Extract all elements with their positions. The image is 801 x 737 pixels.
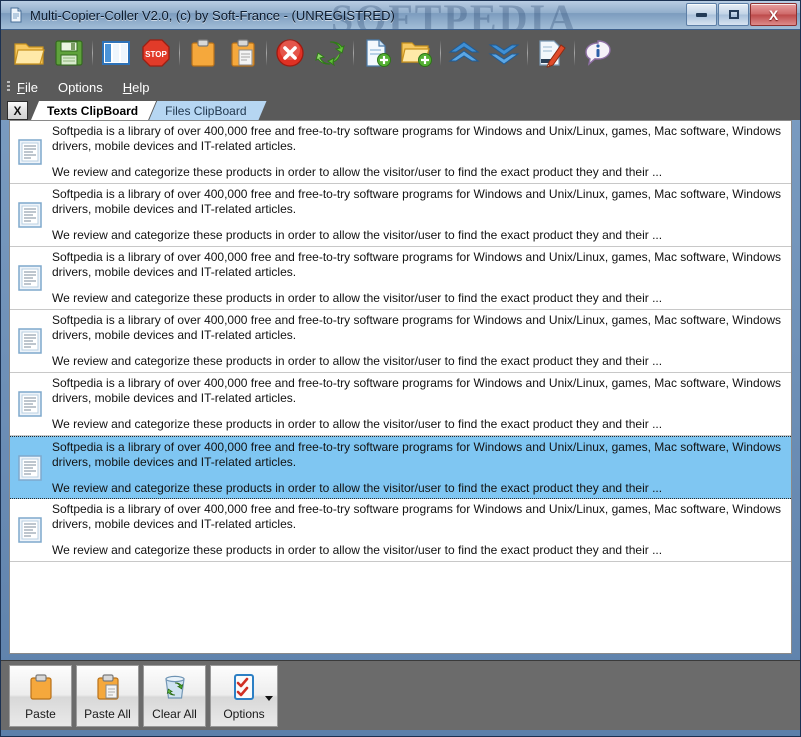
chevrons-down-icon[interactable]	[484, 33, 524, 73]
clipboard-paste-icon	[95, 672, 121, 702]
menu-bar: File Options Help	[1, 76, 800, 98]
toolbar-separator	[353, 40, 354, 66]
menu-grip-icon	[7, 81, 10, 93]
row-paragraph-secondary: We review and categorize these products …	[52, 354, 663, 368]
text-document-icon	[18, 265, 42, 291]
edit-pen-icon[interactable]	[531, 33, 571, 73]
row-paragraph-primary: Softpedia is a library of over 400,000 f…	[52, 187, 781, 216]
row-paragraph-secondary: We review and categorize these products …	[52, 165, 663, 179]
window-frame-bottom	[1, 730, 800, 736]
title-bar[interactable]: SOFTPEDIA Multi-Copier-Coller V2.0, (c) …	[1, 1, 800, 30]
options-button[interactable]: Options	[210, 664, 278, 727]
row-paragraph-primary: Softpedia is a library of over 400,000 f…	[52, 124, 781, 153]
refresh-arrows-icon[interactable]	[310, 33, 350, 73]
columns-view-icon[interactable]	[96, 33, 136, 73]
row-paragraph-primary: Softpedia is a library of over 400,000 f…	[52, 439, 781, 469]
paste-button-label: Paste	[25, 706, 56, 721]
paste-all-button-label: Paste All	[84, 706, 131, 721]
save-floppy-icon[interactable]	[49, 33, 89, 73]
table-row[interactable]: Softpedia is a library of over 400,000 f…	[10, 373, 791, 436]
close-icon: X	[768, 6, 779, 23]
text-document-icon	[18, 391, 42, 417]
row-text: Softpedia is a library of over 400,000 f…	[52, 440, 791, 496]
row-paragraph-secondary: We review and categorize these products …	[52, 228, 663, 242]
window-controls: X	[685, 3, 797, 26]
row-paragraph-primary: Softpedia is a library of over 400,000 f…	[52, 313, 781, 342]
clear-all-button-label: Clear All	[152, 706, 197, 721]
info-icon[interactable]	[578, 33, 618, 73]
restore-button[interactable]	[718, 3, 749, 26]
text-document-icon	[18, 202, 42, 228]
menu-item-help[interactable]: Help	[123, 80, 150, 95]
svg-text:STOP: STOP	[145, 50, 167, 59]
toolbar-separator	[179, 40, 180, 66]
table-row[interactable]: Softpedia is a library of over 400,000 f…	[10, 184, 791, 247]
bottom-action-bar: Paste Paste All Clear All Options	[1, 660, 800, 730]
clipboard-paste-icon[interactable]	[223, 33, 263, 73]
text-document-icon	[18, 454, 42, 481]
tab-strip: X Texts ClipBoard Files ClipBoard	[1, 98, 800, 120]
chevron-down-icon[interactable]	[265, 695, 273, 701]
row-paragraph-secondary: We review and categorize these products …	[52, 291, 663, 305]
tab-files-clipboard[interactable]: Files ClipBoard	[149, 101, 266, 120]
row-text: Softpedia is a library of over 400,000 f…	[52, 376, 791, 432]
stop-sign-icon[interactable]: STOP	[136, 33, 176, 73]
new-folder-icon[interactable]	[397, 33, 437, 73]
recycle-bin-icon	[161, 672, 189, 702]
minimize-button[interactable]	[686, 3, 717, 26]
close-button[interactable]: X	[750, 3, 797, 26]
main-toolbar: STOP	[1, 30, 800, 76]
toolbar-separator	[92, 40, 93, 66]
application-window: SOFTPEDIA Multi-Copier-Coller V2.0, (c) …	[0, 0, 801, 737]
open-folder-icon[interactable]	[9, 33, 49, 73]
table-row[interactable]: Softpedia is a library of over 400,000 f…	[10, 310, 791, 373]
chevrons-up-icon[interactable]	[444, 33, 484, 73]
tab-texts-clipboard[interactable]: Texts ClipBoard	[31, 101, 156, 120]
new-document-icon[interactable]	[357, 33, 397, 73]
text-document-icon	[18, 328, 42, 354]
tab-close-button[interactable]: X	[7, 101, 28, 120]
row-text: Softpedia is a library of over 400,000 f…	[52, 124, 791, 180]
row-text: Softpedia is a library of over 400,000 f…	[52, 313, 791, 369]
row-paragraph-secondary: We review and categorize these products …	[52, 543, 663, 557]
clipboard-icon[interactable]	[183, 33, 223, 73]
toolbar-separator	[574, 40, 575, 66]
row-paragraph-secondary: We review and categorize these products …	[52, 417, 663, 431]
text-document-icon	[18, 517, 42, 543]
table-row[interactable]: Softpedia is a library of over 400,000 f…	[10, 121, 791, 184]
toolbar-separator	[527, 40, 528, 66]
clipboard-icon	[28, 672, 54, 702]
table-row[interactable]: Softpedia is a library of over 400,000 f…	[10, 499, 791, 562]
row-paragraph-secondary: We review and categorize these products …	[52, 480, 663, 495]
row-paragraph-primary: Softpedia is a library of over 400,000 f…	[52, 250, 781, 279]
delete-circle-icon[interactable]	[270, 33, 310, 73]
menu-item-file[interactable]: File	[17, 80, 38, 95]
minimize-icon	[696, 12, 707, 17]
table-row[interactable]: Softpedia is a library of over 400,000 f…	[10, 436, 791, 499]
options-button-label: Options	[223, 706, 265, 721]
row-text: Softpedia is a library of over 400,000 f…	[52, 250, 791, 306]
clear-all-button[interactable]: Clear All	[143, 664, 206, 727]
table-row[interactable]: Softpedia is a library of over 400,000 f…	[10, 247, 791, 310]
checklist-icon	[231, 672, 257, 702]
window-icon	[8, 7, 24, 23]
toolbar-separator	[440, 40, 441, 66]
row-paragraph-primary: Softpedia is a library of over 400,000 f…	[52, 376, 781, 405]
menu-item-options[interactable]: Options	[58, 80, 103, 95]
paste-all-button[interactable]: Paste All	[76, 664, 139, 727]
clipboard-list[interactable]: Softpedia is a library of over 400,000 f…	[9, 120, 792, 654]
row-text: Softpedia is a library of over 400,000 f…	[52, 187, 791, 243]
restore-icon	[728, 10, 739, 19]
toolbar-separator	[266, 40, 267, 66]
row-text: Softpedia is a library of over 400,000 f…	[52, 502, 791, 558]
text-document-icon	[18, 139, 42, 165]
paste-button[interactable]: Paste	[9, 664, 72, 727]
row-paragraph-primary: Softpedia is a library of over 400,000 f…	[52, 502, 781, 531]
window-title: Multi-Copier-Coller V2.0, (c) by Soft-Fr…	[30, 7, 395, 23]
